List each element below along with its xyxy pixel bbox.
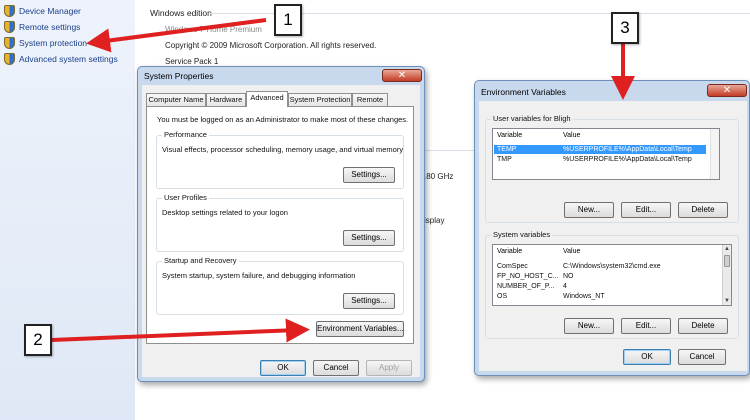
group-description: System startup, system failure, and debu… xyxy=(162,271,356,280)
scroll-thumb[interactable] xyxy=(724,255,730,267)
environment-variables-button[interactable]: Environment Variables... xyxy=(316,321,404,337)
variable-name: ComSpec xyxy=(497,263,528,270)
ok-button[interactable]: OK xyxy=(623,349,671,365)
sidebar-item-remote-settings[interactable]: Remote settings xyxy=(4,20,80,34)
cancel-button[interactable]: Cancel xyxy=(678,349,726,365)
divider xyxy=(425,150,480,151)
tab-computer-name[interactable]: Computer Name xyxy=(146,93,206,106)
group-label: Startup and Recovery xyxy=(162,256,239,265)
system-variables-list[interactable]: Variable Value ComSpec C:\Windows\system… xyxy=(492,244,732,306)
cancel-button[interactable]: Cancel xyxy=(313,360,359,376)
system-properties-window: System Properties ✕ Computer Name Hardwa… xyxy=(137,66,425,382)
cpu-speed-text: .80 GHz xyxy=(424,172,454,181)
scrollbar[interactable]: ▲ ▼ xyxy=(722,245,731,305)
list-item[interactable]: TMP %USERPROFILE%\AppData\Local\Temp xyxy=(494,155,706,164)
variable-value: Windows_NT xyxy=(563,293,605,300)
callout-2: 2 xyxy=(24,324,52,356)
user-profiles-settings-button[interactable]: Settings... xyxy=(343,230,395,246)
tab-hardware[interactable]: Hardware xyxy=(206,93,246,106)
section-heading: Windows edition xyxy=(150,8,212,18)
variable-value: 4 xyxy=(563,283,567,290)
list-item[interactable]: ComSpec C:\Windows\system32\cmd.exe xyxy=(494,262,718,271)
callout-3: 3 xyxy=(611,12,639,44)
sidebar-item-label: System protection xyxy=(19,38,88,48)
group-label: System variables xyxy=(491,230,553,239)
tab-system-protection[interactable]: System Protection xyxy=(288,93,352,106)
close-button[interactable]: ✕ xyxy=(707,84,747,97)
variable-name: FP_NO_HOST_C... xyxy=(497,273,559,280)
group-description: Visual effects, processor scheduling, me… xyxy=(162,145,404,154)
callout-1: 1 xyxy=(274,4,302,36)
startup-recovery-settings-button[interactable]: Settings... xyxy=(343,293,395,309)
scroll-up-icon[interactable]: ▲ xyxy=(723,245,731,253)
list-item[interactable]: NUMBER_OF_P... 4 xyxy=(494,282,718,291)
variable-value: C:\Windows\system32\cmd.exe xyxy=(563,263,661,270)
close-icon: ✕ xyxy=(397,70,407,81)
user-new-button[interactable]: New... xyxy=(564,202,614,218)
apply-button[interactable]: Apply xyxy=(366,360,412,376)
scrollbar[interactable] xyxy=(710,129,719,179)
tab-remote[interactable]: Remote xyxy=(352,93,388,106)
list-item[interactable]: FP_NO_HOST_C... NO xyxy=(494,272,718,281)
sidebar-item-label: Advanced system settings xyxy=(19,54,118,64)
window-title: System Properties xyxy=(144,71,214,81)
shield-icon xyxy=(4,21,15,33)
variable-value: NO xyxy=(563,273,574,280)
system-variables-group: System variables Variable Value ComSpec … xyxy=(485,230,739,339)
variable-name: TMP xyxy=(497,156,512,163)
sidebar-item-label: Device Manager xyxy=(19,6,81,16)
advanced-tab-panel: You must be logged on as an Administrato… xyxy=(146,106,414,344)
sidebar-item-device-manager[interactable]: Device Manager xyxy=(4,4,81,18)
user-edit-button[interactable]: Edit... xyxy=(621,202,671,218)
system-delete-button[interactable]: Delete xyxy=(678,318,728,334)
list-item[interactable]: TEMP %USERPROFILE%\AppData\Local\Temp xyxy=(494,145,706,154)
sidebar-item-advanced-system-settings[interactable]: Advanced system settings xyxy=(4,52,118,66)
user-variables-group: User variables for Bligh Variable Value … xyxy=(485,114,739,223)
copyright-text: Copyright © 2009 Microsoft Corporation. … xyxy=(165,41,377,50)
performance-group: Performance Visual effects, processor sc… xyxy=(156,130,404,189)
startup-recovery-group: Startup and Recovery System startup, sys… xyxy=(156,256,404,315)
group-label: Performance xyxy=(162,130,209,139)
tab-advanced[interactable]: Advanced xyxy=(246,91,288,107)
environment-variables-window: Environment Variables ✕ User variables f… xyxy=(474,80,750,376)
sidebar-item-system-protection[interactable]: System protection xyxy=(4,36,87,50)
group-description: Desktop settings related to your logon xyxy=(162,208,288,217)
column-header-value[interactable]: Value xyxy=(563,132,580,139)
group-label: User Profiles xyxy=(162,193,209,202)
list-item[interactable]: OS Windows_NT xyxy=(494,292,718,301)
group-label: User variables for Bligh xyxy=(491,114,573,123)
shield-icon xyxy=(4,37,15,49)
system-new-button[interactable]: New... xyxy=(564,318,614,334)
variable-name: OS xyxy=(497,293,508,300)
edition-text: Windows 7 Home Premium xyxy=(165,25,262,34)
variable-value: %USERPROFILE%\AppData\Local\Temp xyxy=(563,146,692,153)
admin-note: You must be logged on as an Administrato… xyxy=(157,115,409,124)
scroll-down-icon[interactable]: ▼ xyxy=(723,297,731,305)
column-header-variable[interactable]: Variable xyxy=(497,248,522,255)
user-variables-list[interactable]: Variable Value TEMP %USERPROFILE%\AppDat… xyxy=(492,128,720,180)
variable-name: NUMBER_OF_P... xyxy=(497,283,555,290)
window-title: Environment Variables xyxy=(481,87,566,97)
variable-value: %USERPROFILE%\AppData\Local\Temp xyxy=(563,156,692,163)
close-button[interactable]: ✕ xyxy=(382,69,422,82)
display-text: isplay xyxy=(424,216,445,225)
control-panel-sidebar: Device Manager Remote settings System pr… xyxy=(0,0,135,420)
shield-icon xyxy=(4,53,15,65)
user-delete-button[interactable]: Delete xyxy=(678,202,728,218)
sidebar-item-label: Remote settings xyxy=(19,22,81,32)
variable-name: TEMP xyxy=(497,146,517,153)
user-profiles-group: User Profiles Desktop settings related t… xyxy=(156,193,404,252)
service-pack-text: Service Pack 1 xyxy=(165,57,219,66)
column-header-value[interactable]: Value xyxy=(563,248,580,255)
system-edit-button[interactable]: Edit... xyxy=(621,318,671,334)
close-icon: ✕ xyxy=(722,85,732,96)
column-header-variable[interactable]: Variable xyxy=(497,132,522,139)
ok-button[interactable]: OK xyxy=(260,360,306,376)
shield-icon xyxy=(4,5,15,17)
performance-settings-button[interactable]: Settings... xyxy=(343,167,395,183)
